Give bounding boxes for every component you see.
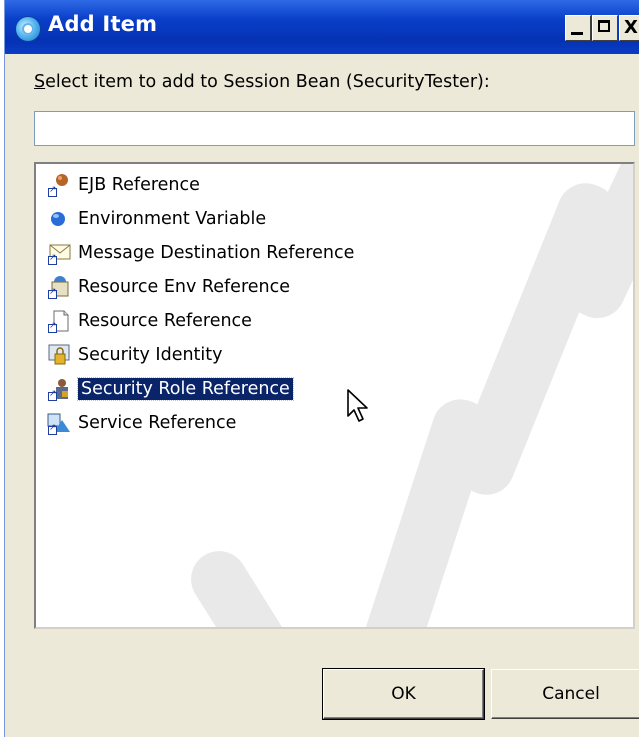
watermark-stroke bbox=[180, 540, 308, 627]
maximize-icon bbox=[598, 20, 610, 32]
select-item-label-text: elect item to add to Session Bean (Secur… bbox=[45, 72, 490, 92]
close-icon: X bbox=[624, 17, 638, 38]
maximize-button[interactable] bbox=[592, 15, 618, 41]
list-item-selected[interactable]: Security Role Reference bbox=[46, 374, 294, 404]
list-item[interactable]: Resource Reference bbox=[46, 306, 252, 336]
service-reference-icon bbox=[46, 410, 72, 436]
ejb-reference-icon bbox=[46, 172, 72, 198]
cancel-button[interactable]: Cancel bbox=[491, 669, 639, 719]
ok-button[interactable]: OK bbox=[323, 669, 484, 719]
filter-input[interactable] bbox=[34, 111, 635, 146]
mouse-pointer-icon bbox=[347, 389, 368, 422]
list-item[interactable]: Environment Variable bbox=[46, 204, 266, 234]
security-role-icon bbox=[46, 376, 72, 402]
environment-variable-icon bbox=[46, 206, 72, 232]
resource-env-icon bbox=[46, 274, 72, 300]
list-item[interactable]: Message Destination Reference bbox=[46, 238, 354, 268]
title-bar[interactable]: Add Item X bbox=[5, 0, 639, 54]
minimize-icon bbox=[571, 32, 583, 35]
list-item[interactable]: Resource Env Reference bbox=[46, 272, 290, 302]
list-item[interactable]: Security Identity bbox=[46, 340, 223, 370]
window-title: Add Item bbox=[48, 12, 158, 36]
mnemonic-letter: S bbox=[34, 72, 46, 92]
close-button[interactable]: X bbox=[619, 15, 639, 41]
item-list[interactable]: EJB Reference Environment Variable Messa… bbox=[34, 162, 635, 629]
resource-reference-icon bbox=[46, 308, 72, 334]
security-identity-icon bbox=[46, 342, 72, 368]
message-destination-icon bbox=[46, 240, 72, 266]
list-item[interactable]: Service Reference bbox=[46, 408, 236, 438]
app-icon bbox=[16, 17, 40, 41]
select-item-label: Select item to add to Session Bean (Secu… bbox=[34, 72, 490, 92]
minimize-button[interactable] bbox=[565, 15, 591, 41]
list-item[interactable]: EJB Reference bbox=[46, 170, 200, 200]
add-item-dialog: Add Item X Select item to add to Session… bbox=[4, 0, 639, 737]
